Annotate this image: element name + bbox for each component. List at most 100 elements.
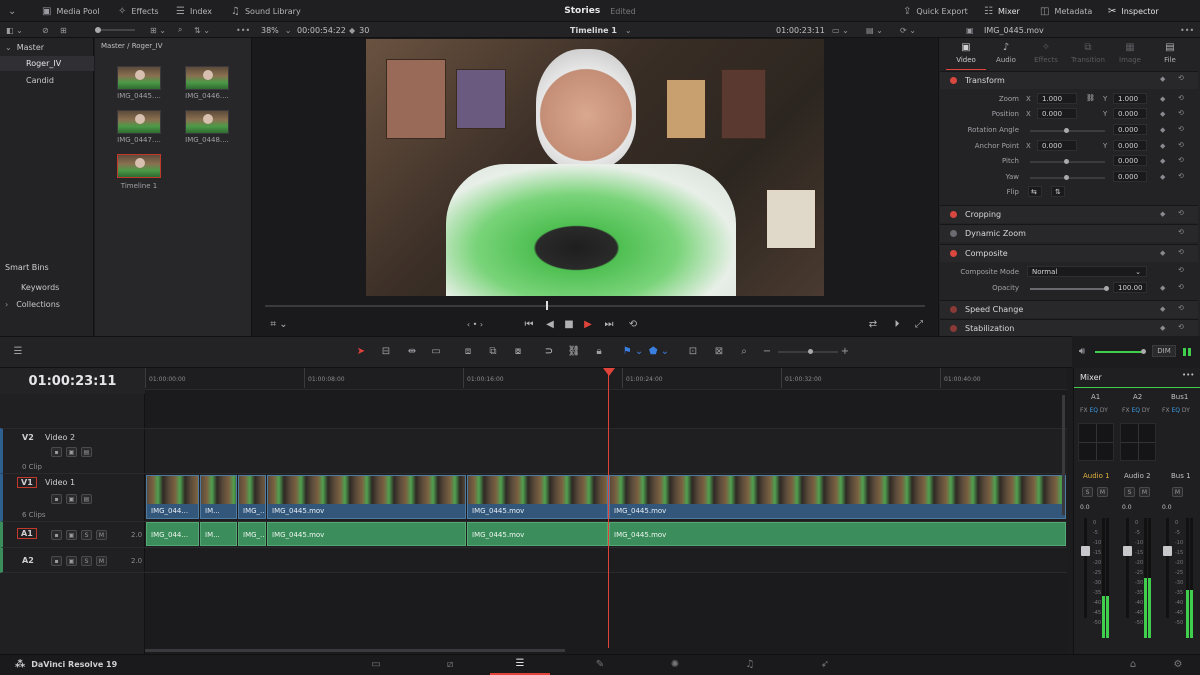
- quick-export-button[interactable]: ⇪ Quick Export: [903, 0, 968, 22]
- timeline-selector[interactable]: Timeline 1 ⌄: [570, 22, 632, 38]
- scrub-handle[interactable]: [546, 301, 548, 310]
- tab-image[interactable]: ▦ Image: [1110, 42, 1150, 70]
- zoom-level[interactable]: 38% ⌄: [261, 22, 291, 38]
- overwrite-clip-icon[interactable]: ⧉: [484, 344, 502, 358]
- tab-transition[interactable]: ⧉ Transition: [1068, 42, 1108, 70]
- panel-layout-icon[interactable]: ◧ ⌄: [6, 22, 23, 38]
- jog-control-icon[interactable]: ‹ • ›: [460, 318, 490, 330]
- lock-icon[interactable]: ▪: [51, 530, 62, 540]
- auto-track-icon[interactable]: ▣: [66, 494, 77, 504]
- mute-button[interactable]: M: [96, 530, 107, 540]
- reset-icon[interactable]: ⟲: [1178, 125, 1184, 133]
- solo-button[interactable]: S: [1082, 487, 1093, 497]
- insert-clip-icon[interactable]: ⧈: [459, 344, 477, 358]
- keyframe-icon[interactable]: ◆: [1160, 284, 1165, 292]
- home-icon[interactable]: ⌂: [1118, 654, 1148, 675]
- video-clip[interactable]: IMG_...: [238, 475, 266, 519]
- audio-clip[interactable]: IMG_0445.mov: [267, 522, 466, 546]
- solo-button[interactable]: S: [1124, 487, 1135, 497]
- anchor-y-field[interactable]: 0.000: [1113, 140, 1147, 151]
- tab-effects[interactable]: ✧ Effects: [1026, 42, 1066, 70]
- tab-video[interactable]: ▣ Video: [946, 42, 986, 70]
- clip-thumbnail[interactable]: [185, 66, 229, 90]
- list-view-icon[interactable]: ⊘: [42, 22, 49, 38]
- fairlight-page-icon[interactable]: ♫: [720, 654, 780, 675]
- fader-knob[interactable]: [1163, 546, 1172, 556]
- dy-button[interactable]: DY: [1100, 407, 1108, 414]
- enable-toggle-icon[interactable]: [950, 230, 957, 237]
- next-clip-icon[interactable]: ⏵: [890, 318, 904, 330]
- fader-knob[interactable]: [1081, 546, 1090, 556]
- timeline-vertical-scrollbar[interactable]: [1062, 395, 1065, 515]
- bin-roger-iv[interactable]: Roger_IV: [0, 56, 94, 71]
- lock-icon[interactable]: ▪: [51, 556, 62, 566]
- tab-file[interactable]: ▤ File: [1150, 42, 1190, 70]
- keyframe-icon[interactable]: ◆: [1160, 157, 1165, 165]
- thumbnail-size-slider[interactable]: [95, 22, 135, 38]
- more-options-icon[interactable]: •••: [236, 22, 250, 38]
- snapping-icon[interactable]: ⊃: [542, 344, 556, 358]
- zoom-detail-icon[interactable]: ⊠: [710, 344, 728, 358]
- viewer-mode-icon[interactable]: ▤ ⌄: [866, 22, 883, 38]
- lock-icon[interactable]: ▪: [51, 447, 62, 457]
- zoom-custom-icon[interactable]: ⌕: [735, 344, 753, 358]
- reset-icon[interactable]: ⟲: [1178, 172, 1184, 180]
- replace-clip-icon[interactable]: ⧇: [509, 344, 527, 358]
- go-to-start-icon[interactable]: ⏮: [522, 318, 536, 330]
- playhead-handle[interactable]: [603, 368, 615, 376]
- eq-button[interactable]: EQ: [1171, 407, 1180, 414]
- mute-button[interactable]: M: [96, 556, 107, 566]
- marker-icon[interactable]: ⬟ ⌄: [648, 344, 670, 358]
- crop-tool-icon[interactable]: ⌗ ⌄: [265, 318, 293, 330]
- media-pool-button[interactable]: ▣ Media Pool: [42, 0, 100, 22]
- channel-name[interactable]: Bus 1: [1171, 472, 1191, 480]
- reset-icon[interactable]: ⟲: [1178, 156, 1184, 164]
- flag-icon[interactable]: ⚑ ⌄: [622, 344, 644, 358]
- dynamic-zoom-section[interactable]: Dynamic Zoom: [940, 224, 1198, 242]
- mixer-menu-icon[interactable]: •••: [1182, 371, 1194, 379]
- reset-icon[interactable]: ⟲: [1178, 266, 1184, 274]
- pitch-field[interactable]: 0.000: [1113, 155, 1147, 166]
- layout-toggle-icon[interactable]: ⌄: [8, 0, 16, 22]
- play-icon[interactable]: ▶: [582, 318, 594, 330]
- audio-clip[interactable]: IMG_0445.mov: [609, 522, 1066, 546]
- video-clip[interactable]: IMG_0445.mov: [609, 475, 1066, 519]
- track-visibility-icon[interactable]: ▤: [81, 494, 92, 504]
- reset-icon[interactable]: ⟲: [1178, 283, 1184, 291]
- eq-button[interactable]: EQ: [1131, 407, 1140, 414]
- flip-horizontal-icon[interactable]: ⇆: [1028, 186, 1042, 197]
- video-clip[interactable]: IM...: [200, 475, 237, 519]
- slider-knob[interactable]: [1141, 349, 1146, 354]
- mute-button[interactable]: M: [1139, 487, 1150, 497]
- eq-button[interactable]: EQ: [1089, 407, 1098, 414]
- position-x-field[interactable]: 0.000: [1037, 108, 1077, 119]
- pan-control[interactable]: [1078, 423, 1114, 461]
- auto-track-icon[interactable]: ▣: [66, 447, 77, 457]
- sort-icon[interactable]: ⇅ ⌄: [194, 22, 210, 38]
- slider-knob[interactable]: [808, 349, 813, 354]
- zoom-in-icon[interactable]: +: [840, 344, 850, 358]
- zoom-out-icon[interactable]: −: [762, 344, 772, 358]
- auto-track-icon[interactable]: ▣: [66, 556, 77, 566]
- video-clip[interactable]: IMG_0445.mov: [467, 475, 608, 519]
- track-visibility-icon[interactable]: ▤: [81, 447, 92, 457]
- zoom-full-icon[interactable]: ⊡: [684, 344, 702, 358]
- search-icon[interactable]: ⌕: [178, 22, 182, 38]
- video-frame[interactable]: [366, 39, 824, 296]
- smart-bin-keywords[interactable]: Keywords: [0, 280, 94, 295]
- bin-candid[interactable]: Candid: [0, 73, 94, 88]
- flip-vertical-icon[interactable]: ⇅: [1051, 186, 1065, 197]
- reset-icon[interactable]: ⟲: [1178, 209, 1184, 217]
- position-y-field[interactable]: 0.000: [1113, 108, 1147, 119]
- channel-fader[interactable]: [1126, 518, 1129, 618]
- loop-icon[interactable]: ⟲: [626, 318, 640, 330]
- track-header-a1[interactable]: A1 ▪ ▣ S M 2.0: [0, 521, 145, 547]
- channel-fader[interactable]: [1084, 518, 1087, 618]
- index-button[interactable]: ☰ Index: [176, 0, 212, 22]
- dy-button[interactable]: DY: [1142, 407, 1150, 414]
- clip-thumbnail[interactable]: [185, 110, 229, 134]
- keyframe-icon[interactable]: ◆: [1160, 126, 1165, 134]
- enable-toggle-icon[interactable]: [950, 250, 957, 257]
- linked-selection-icon[interactable]: ⛓: [567, 344, 581, 358]
- playhead[interactable]: [608, 370, 609, 648]
